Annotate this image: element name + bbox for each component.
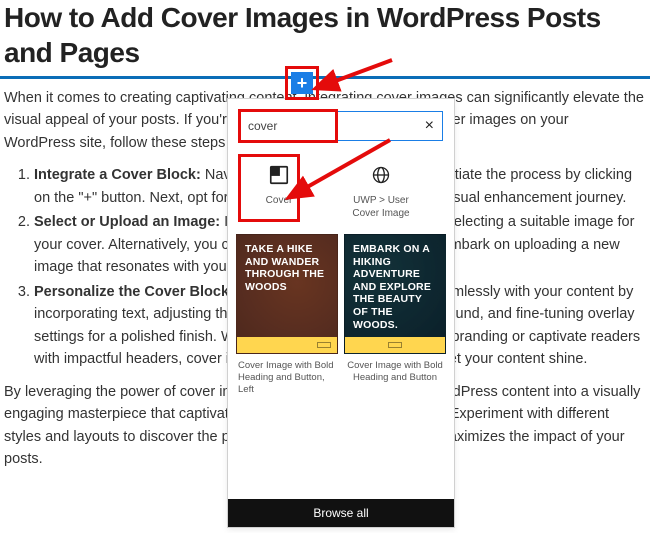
block-option-cover[interactable]: Cover	[239, 155, 319, 220]
pattern-card-right[interactable]: EMBARK ON A HIKING ADVENTURE AND EXPLORE…	[344, 234, 446, 396]
block-option-label: Cover	[239, 195, 319, 208]
step-label: Select or Upload an Image:	[34, 214, 220, 230]
block-results-grid: Cover UWP > User Cover Image	[228, 151, 454, 228]
page-title: How to Add Cover Images in WordPress Pos…	[0, 0, 650, 70]
block-inserter-popup: × Cover UWP > User Cover Image	[227, 98, 455, 528]
pattern-results: TAKE A HIKE AND WANDER THROUGH THE WOODS…	[228, 228, 454, 396]
step-label: Personalize the Cover Block:	[34, 284, 234, 300]
cover-icon	[265, 161, 293, 189]
title-divider	[0, 76, 650, 79]
step-label: Integrate a Cover Block:	[34, 167, 201, 183]
block-search-input[interactable]	[248, 119, 425, 133]
pattern-caption: Cover Image with Bold Heading and Button	[344, 354, 446, 384]
pattern-preview-bar	[237, 337, 337, 353]
pattern-preview-text: EMBARK ON A HIKING ADVENTURE AND EXPLORE…	[345, 235, 445, 339]
block-option-uwp-cover[interactable]: UWP > User Cover Image	[341, 155, 421, 220]
pattern-chip-icon	[317, 342, 331, 348]
pattern-card-left[interactable]: TAKE A HIKE AND WANDER THROUGH THE WOODS…	[236, 234, 338, 396]
pattern-preview: EMBARK ON A HIKING ADVENTURE AND EXPLORE…	[344, 234, 446, 354]
pattern-caption: Cover Image with Bold Heading and Button…	[236, 354, 338, 396]
pattern-preview-text: TAKE A HIKE AND WANDER THROUGH THE WOODS	[237, 235, 337, 301]
block-search-row: ×	[239, 111, 443, 141]
add-block-annotation: +	[285, 66, 319, 100]
add-block-button[interactable]: +	[291, 72, 313, 94]
pattern-chip-icon	[388, 342, 402, 348]
clear-search-button[interactable]: ×	[425, 117, 434, 135]
pattern-preview: TAKE A HIKE AND WANDER THROUGH THE WOODS	[236, 234, 338, 354]
browse-all-button[interactable]: Browse all	[228, 499, 454, 527]
plus-icon: +	[297, 74, 308, 92]
block-option-label: UWP > User Cover Image	[341, 195, 421, 220]
globe-icon	[367, 161, 395, 189]
pattern-preview-bar	[345, 337, 445, 353]
